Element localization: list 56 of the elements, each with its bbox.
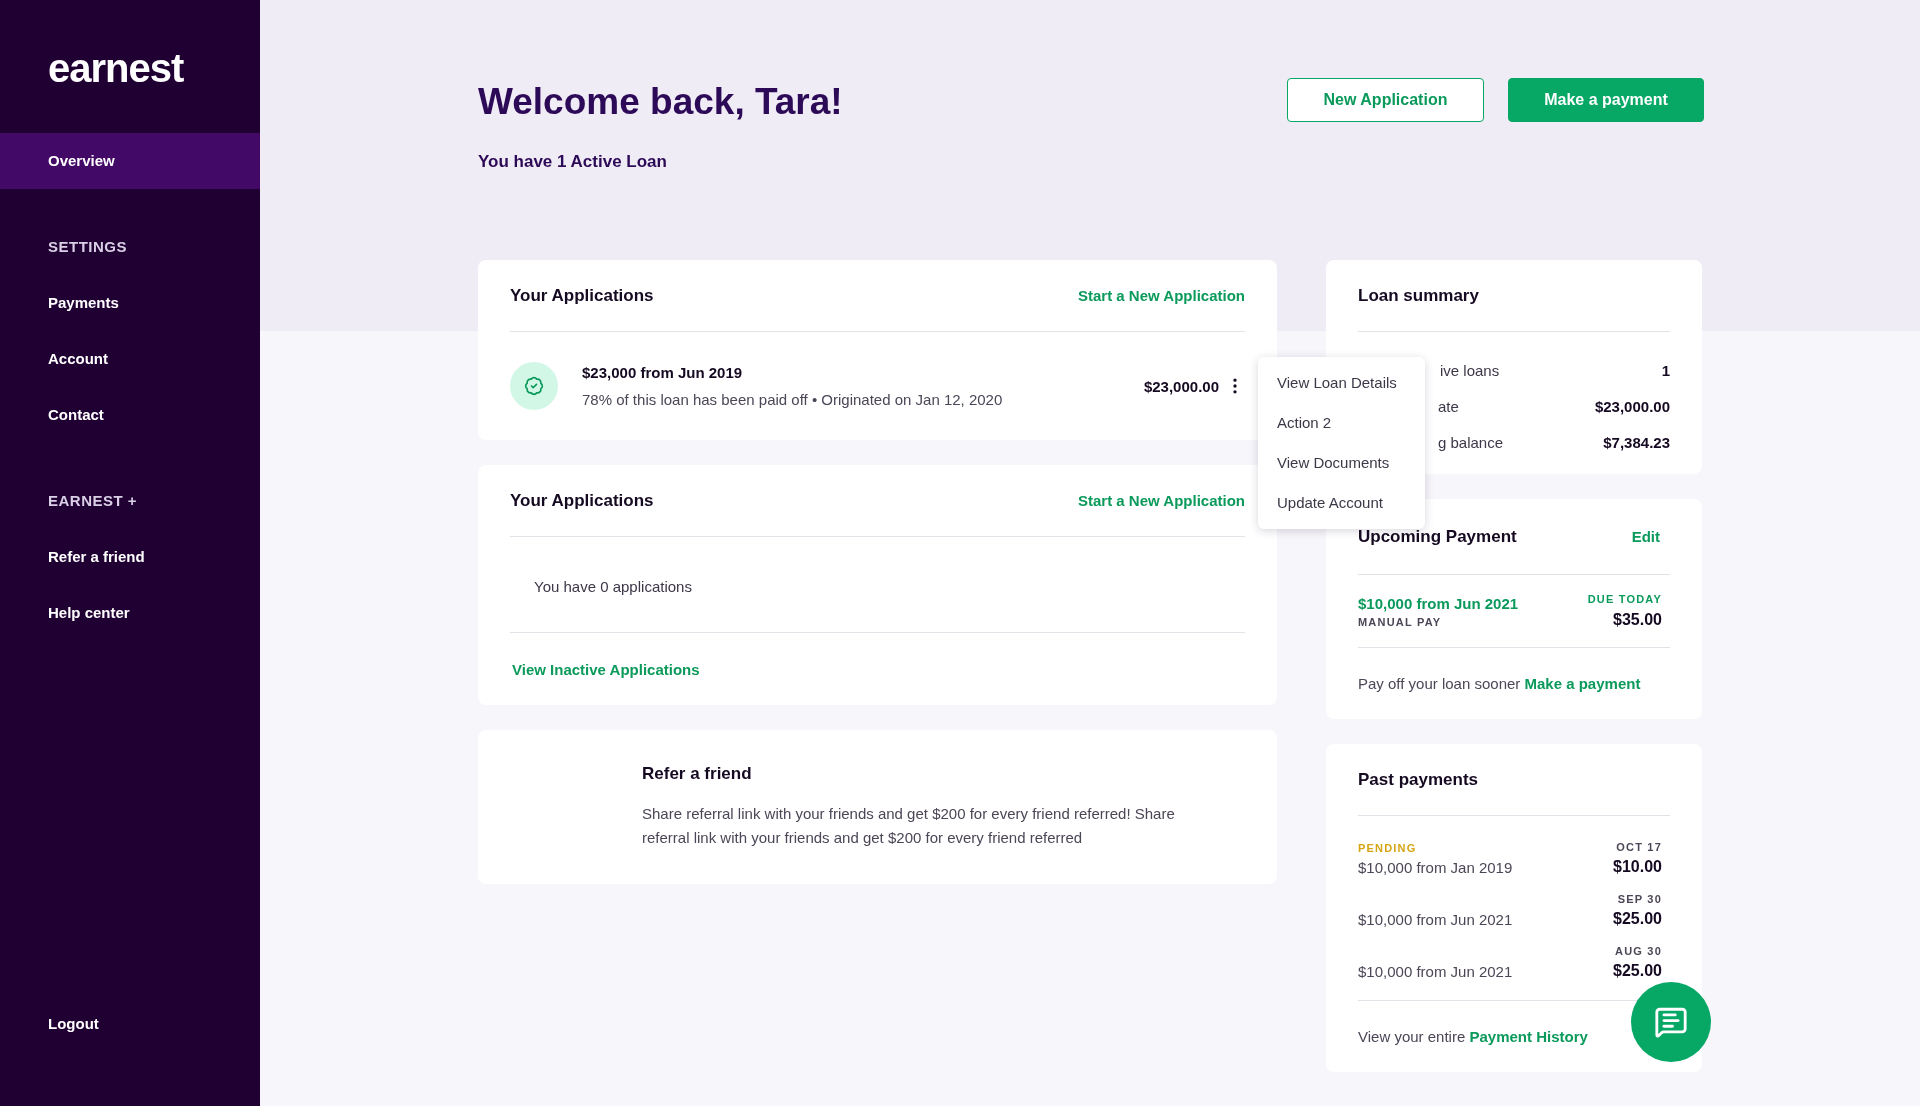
summary-value: $7,384.23 (1603, 433, 1670, 451)
loan-amount: $23,000.00 (1143, 377, 1219, 395)
menu-item[interactable]: Update Account (1258, 483, 1425, 523)
sidebar-item[interactable]: Overview (0, 133, 260, 189)
card-title: Refer a friend (642, 764, 753, 784)
payment-amount: $10.00 (1613, 858, 1662, 876)
empty-message: You have 0 applications (510, 537, 1245, 633)
payment-amount: $25.00 (1613, 962, 1662, 980)
payment-date: OCT 17 (1616, 841, 1662, 853)
menu-item[interactable]: View Loan Details (1258, 363, 1425, 403)
payment-amount: $35.00 (1613, 611, 1662, 629)
sidebar-item[interactable]: Payments (0, 275, 260, 331)
menu-item[interactable]: Action 2 (1258, 403, 1425, 443)
menu-item[interactable]: View Documents (1258, 443, 1425, 483)
payoff-note: Pay off your loan sooner Make a payment (1358, 674, 1642, 694)
loan-detail: 78% of this loan has been paid off • Originated on Jan 12, 2020 (582, 391, 1004, 408)
refer-text: Share referral link with your friends and get $200 for every friend referred! Share referral link with your friends and get $200 for every friend referred (642, 804, 1176, 848)
card-title: Your Applications (510, 490, 654, 511)
logout-link[interactable]: Logout (0, 996, 260, 1052)
card-title: Your Applications (510, 285, 654, 306)
status-label: PENDING (1358, 842, 1417, 854)
summary-value: $23,000.00 (1594, 397, 1670, 415)
payment-loan: $10,000 from Jun 2021 (1358, 963, 1513, 980)
payment-amount: $25.00 (1613, 910, 1662, 928)
page-subtitle: You have 1 Active Loan (478, 152, 668, 172)
logo: earnest (47, 46, 185, 91)
summary-value: 1 (1661, 361, 1670, 379)
payment-loan: $10,000 from Jun 2021 (1358, 594, 1519, 612)
new-application-button[interactable]: New Application (1287, 78, 1484, 122)
sidebar-item[interactable]: Help center (0, 585, 260, 641)
payment-loan: $10,000 from Jun 2021 (1358, 911, 1513, 928)
edit-link[interactable]: Edit (1631, 528, 1660, 545)
sidebar-item[interactable]: Refer a friend (0, 529, 260, 585)
card-title: Past payments (1358, 769, 1478, 790)
payment-loan: $10,000 from Jan 2019 (1358, 859, 1513, 876)
start-application-link[interactable]: Start a New Application (1078, 287, 1245, 304)
card-title: Upcoming Payment (1358, 526, 1517, 547)
sidebar-item[interactable]: Account (0, 331, 260, 387)
due-label: DUE TODAY (1587, 593, 1662, 605)
start-application-link[interactable]: Start a New Application (1078, 492, 1245, 509)
payment-method: MANUAL PAY (1358, 615, 1442, 628)
chat-icon (1654, 1005, 1688, 1039)
make-payment-link[interactable]: Make a payment (1524, 675, 1641, 692)
page-title: Welcome back, Tara! (478, 80, 843, 124)
loan-name: $23,000 from Jun 2019 (582, 364, 744, 381)
summary-label: ate (1438, 397, 1459, 415)
sidebar-item[interactable]: Contact (0, 387, 260, 443)
sidebar-heading: EARNEST + (47, 491, 139, 511)
card-title: Loan summary (1358, 285, 1479, 306)
check-badge-icon (510, 362, 558, 410)
payment-date: AUG 30 (1615, 945, 1662, 957)
payment-date: SEP 30 (1617, 893, 1662, 905)
sidebar-heading: SETTINGS (47, 237, 128, 257)
summary-label: g balance (1438, 433, 1504, 451)
payment-history-link[interactable]: Payment History (1469, 1028, 1588, 1045)
summary-label: ive loans (1440, 361, 1500, 379)
